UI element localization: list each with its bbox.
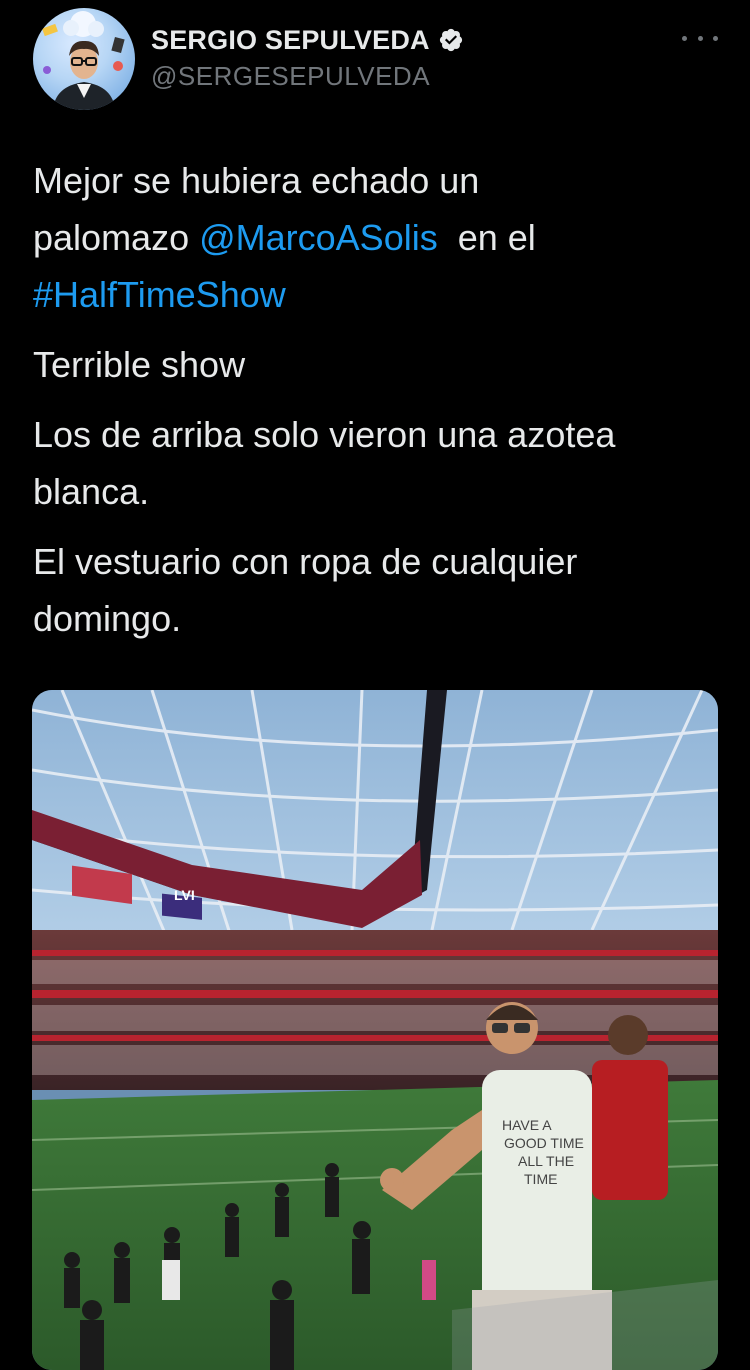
svg-text:HAVE A: HAVE A [502,1117,552,1133]
mention-link[interactable]: @MarcoASolis [199,217,438,258]
tweet-paragraph-3: Los de arriba solo vieron una azotea bla… [33,414,616,512]
tweet-header: SERGIO SEPULVEDA @SERGESEPULVEDA [0,0,750,120]
svg-text:TIME: TIME [524,1171,557,1187]
verified-badge-icon [439,28,462,52]
more-options-icon[interactable] [682,26,718,50]
tweet-text-palomazo: palomazo [33,217,200,258]
svg-text:GOOD TIME: GOOD TIME [504,1135,584,1151]
stadium-photo: LVI HAVE A GOOD TIME ALL THE TIME [32,690,718,1370]
scoreboard-text: LVI [174,887,195,903]
author-name[interactable]: SERGIO SEPULVEDA [151,25,430,56]
author-avatar[interactable] [33,8,135,110]
tweet-paragraph-1: Mejor se hubiera echado un palomazo @Marc… [33,152,723,323]
more-dot-1 [682,35,687,41]
svg-text:ALL THE: ALL THE [518,1153,574,1169]
tweet-body: Mejor se hubiera echado un palomazo @Marc… [33,152,723,660]
author-handle[interactable]: @SERGESEPULVEDA [151,61,430,92]
tweet-paragraph-4: El vestuario con ropa de cualquier domin… [33,541,578,639]
author-name-row[interactable]: SERGIO SEPULVEDA [151,24,464,56]
hashtag-link[interactable]: #HalfTimeShow [33,274,286,315]
tweet-text-en-el: en el [437,217,536,258]
avatar-photo-icon [42,11,125,110]
more-dot-2 [697,35,703,41]
tweet-text-line-1: Mejor se hubiera echado un [33,160,480,201]
tweet-photo[interactable]: LVI HAVE A GOOD TIME ALL THE TIME [32,690,718,1370]
more-dot-3 [713,35,718,41]
tweet-paragraph-2: Terrible show [33,344,246,385]
